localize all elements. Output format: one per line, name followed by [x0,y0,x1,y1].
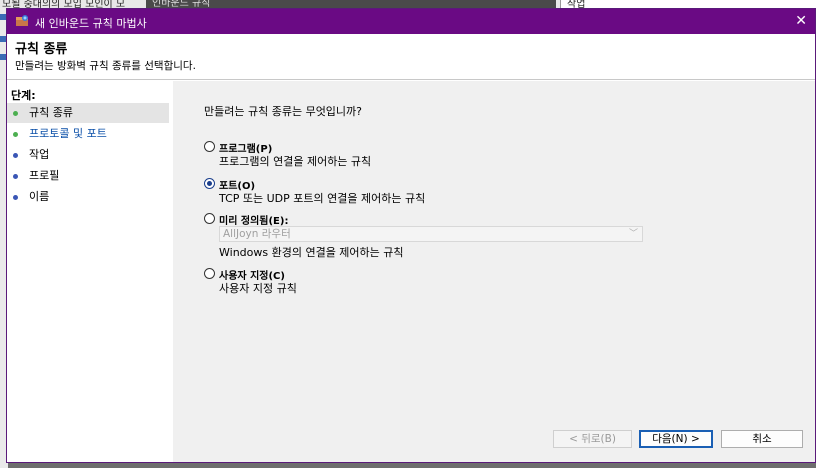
option-label[interactable]: 미리 정의됨(E): [219,212,288,227]
question-text: 만들려는 규칙 종류는 무엇입니까? [204,105,363,118]
wizard-window: 새 인바운드 규칙 마법사 ✕ 규칙 종류 만들려는 방화벽 규칙 종류를 선택… [6,8,816,463]
steps-panel: 단계: 규칙 종류 프로토콜 및 포트 작업 프로필 이름 [7,81,173,462]
background-center-panel: 인바운드 규칙 [146,0,556,9]
page-header: 규칙 종류 만들려는 방화벽 규칙 종류를 선택합니다. [7,34,815,80]
next-button[interactable]: 다음(N) > [639,430,713,448]
chevron-down-icon: ﹀ [628,229,638,239]
port-radio[interactable] [204,178,215,189]
title-bar[interactable]: 새 인바운드 규칙 마법사 ✕ [7,9,815,34]
step-label: 작업 [29,148,50,161]
page-subtitle: 만들려는 방화벽 규칙 종류를 선택합니다. [15,60,196,72]
step-label: 규칙 종류 [29,106,73,119]
option-description: Windows 환경의 연결을 제어하는 규칙 [219,246,404,259]
cancel-button[interactable]: 취소 [721,430,803,448]
background-right-strip [816,8,822,468]
steps-heading: 단계: [11,89,36,102]
step-label: 이름 [29,190,50,203]
background-app-bar: 모될 중대의의 모입 모인이 모 인바운드 규칙 작업 [0,0,822,10]
step-action[interactable]: 작업 [7,145,169,165]
select-value: AllJoyn 라우터 [223,228,291,240]
predefined-rule-select[interactable]: AllJoyn 라우터 ﹀ [219,226,643,242]
firewall-app-icon [16,15,28,26]
predefined-radio[interactable] [204,213,215,224]
step-label: 프로토콜 및 포트 [29,127,107,140]
page-title: 규칙 종류 [15,42,68,57]
close-icon[interactable]: ✕ [795,13,807,29]
step-status-dot [13,195,18,200]
step-protocol-port[interactable]: 프로토콜 및 포트 [7,124,169,144]
step-status-dot [13,174,18,179]
program-radio[interactable] [204,141,215,152]
step-rule-type[interactable]: 규칙 종류 [7,103,169,123]
option-description: TCP 또는 UDP 포트의 연결을 제어하는 규칙 [219,192,426,205]
step-name[interactable]: 이름 [7,187,169,207]
step-status-dot [13,111,18,116]
content-panel: 만들려는 규칙 종류는 무엇입니까? 프로그램(P) 프로그램의 연결을 제어하… [173,81,815,462]
step-profile[interactable]: 프로필 [7,166,169,186]
option-description: 프로그램의 연결을 제어하는 규칙 [219,155,372,168]
custom-radio[interactable] [204,268,215,279]
step-status-dot [13,153,18,158]
option-description: 사용자 지정 규칙 [219,282,297,295]
step-status-dot [13,132,18,137]
step-label: 프로필 [29,169,60,182]
window-title: 새 인바운드 규칙 마법사 [35,17,147,30]
back-button[interactable]: < 뒤로(B) [553,430,632,448]
